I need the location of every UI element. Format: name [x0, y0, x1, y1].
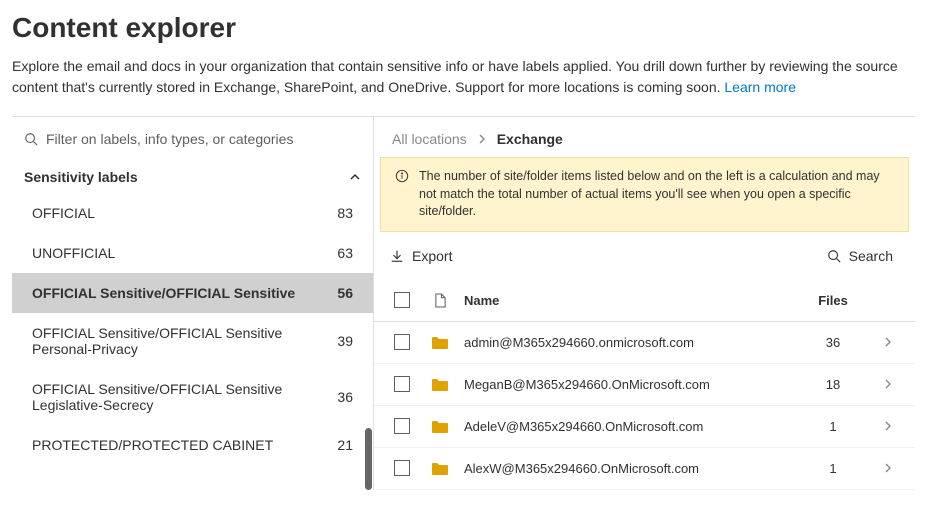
export-label: Export — [412, 248, 452, 264]
label-row-protected-cabinet[interactable]: PROTECTED/PROTECTED CABINET 21 — [12, 425, 373, 465]
folder-icon — [422, 336, 458, 349]
search-button[interactable]: Search — [827, 248, 893, 264]
label-row-legislative-secrecy[interactable]: OFFICIAL Sensitive/OFFICIAL Sensitive Le… — [12, 369, 373, 425]
file-icon — [422, 293, 458, 308]
label-count: 39 — [323, 333, 353, 349]
row-name: AdeleV@M365x294660.OnMicrosoft.com — [458, 419, 797, 434]
label-name: OFFICIAL — [32, 205, 95, 221]
breadcrumb-current: Exchange — [497, 131, 563, 147]
row-files: 1 — [797, 461, 869, 476]
results-table: Name Files admin@M365x294660.onmicrosoft… — [374, 280, 915, 490]
search-label: Search — [849, 248, 893, 264]
label-row-official-sensitive[interactable]: OFFICIAL Sensitive/OFFICIAL Sensitive 56 — [12, 273, 373, 313]
label-count: 83 — [323, 205, 353, 221]
label-name: UNOFFICIAL — [32, 245, 115, 261]
learn-more-link[interactable]: Learn more — [724, 79, 796, 95]
row-checkbox[interactable] — [394, 460, 410, 476]
chevron-right-icon[interactable] — [869, 421, 907, 431]
folder-icon — [422, 462, 458, 475]
label-name: OFFICIAL Sensitive/OFFICIAL Sensitive Le… — [32, 381, 312, 413]
export-button[interactable]: Export — [390, 248, 452, 264]
row-files: 18 — [797, 377, 869, 392]
info-banner: The number of site/folder items listed b… — [380, 157, 909, 232]
row-files: 1 — [797, 419, 869, 434]
column-name-header[interactable]: Name — [458, 293, 797, 308]
table-row[interactable]: admin@M365x294660.onmicrosoft.com 36 — [374, 322, 915, 364]
chevron-right-icon — [477, 134, 487, 144]
filter-input[interactable] — [46, 131, 361, 147]
content-pane: All locations Exchange The number of sit… — [374, 117, 915, 490]
label-count: 36 — [323, 389, 353, 405]
table-header: Name Files — [374, 280, 915, 322]
label-count: 56 — [323, 285, 353, 301]
breadcrumb: All locations Exchange — [374, 117, 915, 157]
filter-box[interactable] — [12, 117, 373, 161]
sidebar-scrollbar[interactable] — [365, 428, 372, 490]
chevron-right-icon[interactable] — [869, 379, 907, 389]
breadcrumb-root[interactable]: All locations — [392, 131, 467, 147]
table-row[interactable]: AlexW@M365x294660.OnMicrosoft.com 1 — [374, 448, 915, 490]
label-name: OFFICIAL Sensitive/OFFICIAL Sensitive — [32, 285, 295, 301]
search-icon — [24, 132, 38, 146]
banner-text: The number of site/folder items listed b… — [419, 168, 894, 221]
label-count: 63 — [323, 245, 353, 261]
row-files: 36 — [797, 335, 869, 350]
chevron-right-icon[interactable] — [869, 463, 907, 473]
table-row[interactable]: AdeleV@M365x294660.OnMicrosoft.com 1 — [374, 406, 915, 448]
folder-icon — [422, 378, 458, 391]
row-checkbox[interactable] — [394, 418, 410, 434]
search-icon — [827, 249, 841, 263]
select-all-checkbox[interactable] — [394, 292, 410, 308]
label-name: OFFICIAL Sensitive/OFFICIAL Sensitive Pe… — [32, 325, 312, 357]
chevron-up-icon — [349, 171, 361, 183]
folder-icon — [422, 420, 458, 433]
info-icon — [395, 169, 409, 221]
toolbar: Export Search — [374, 232, 915, 280]
column-files-header[interactable]: Files — [797, 293, 869, 308]
label-row-official[interactable]: OFFICIAL 83 — [12, 193, 373, 233]
row-checkbox[interactable] — [394, 334, 410, 350]
table-row[interactable]: MeganB@M365x294660.OnMicrosoft.com 18 — [374, 364, 915, 406]
row-checkbox[interactable] — [394, 376, 410, 392]
row-name: AlexW@M365x294660.OnMicrosoft.com — [458, 461, 797, 476]
sidebar: Sensitivity labels OFFICIAL 83 UNOFFICIA… — [12, 117, 374, 490]
page-description: Explore the email and docs in your organ… — [12, 56, 915, 98]
label-row-unofficial[interactable]: UNOFFICIAL 63 — [12, 233, 373, 273]
row-name: MeganB@M365x294660.OnMicrosoft.com — [458, 377, 797, 392]
download-icon — [390, 249, 404, 263]
label-name: PROTECTED/PROTECTED CABINET — [32, 437, 273, 453]
page-title: Content explorer — [12, 12, 915, 44]
label-count: 21 — [323, 437, 353, 453]
section-title: Sensitivity labels — [24, 169, 138, 185]
chevron-right-icon[interactable] — [869, 337, 907, 347]
sensitivity-labels-header[interactable]: Sensitivity labels — [12, 161, 373, 193]
row-name: admin@M365x294660.onmicrosoft.com — [458, 335, 797, 350]
label-row-personal-privacy[interactable]: OFFICIAL Sensitive/OFFICIAL Sensitive Pe… — [12, 313, 373, 369]
